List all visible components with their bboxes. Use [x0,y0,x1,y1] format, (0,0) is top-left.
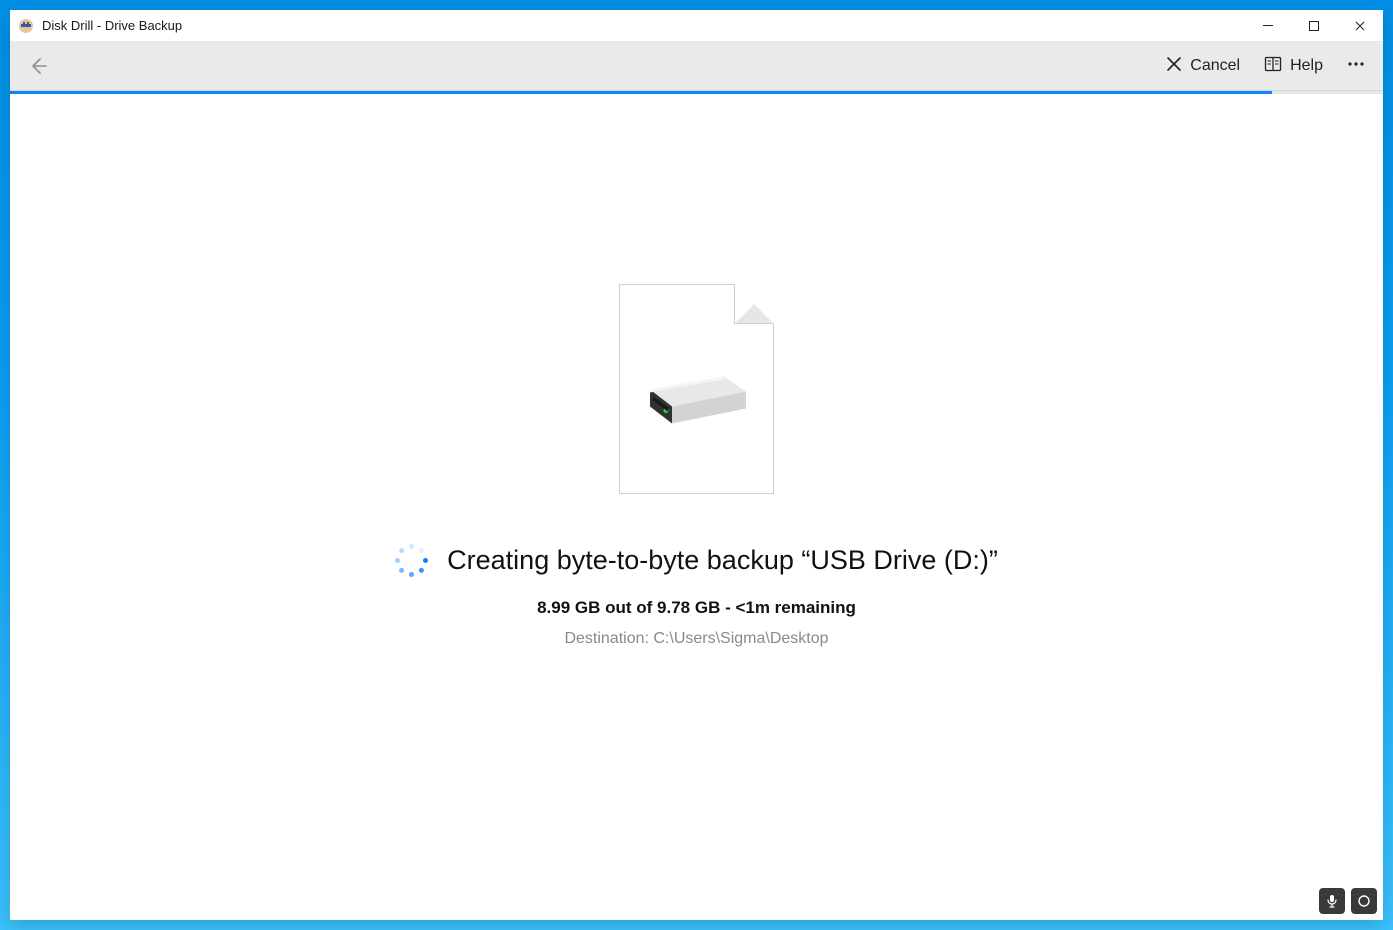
more-icon [1347,60,1365,77]
cancel-label: Cancel [1190,57,1240,75]
microphone-icon [1325,894,1339,908]
circle-icon [1357,894,1371,908]
titlebar: Disk Drill - Drive Backup [10,10,1383,42]
status-row: Creating byte-to-byte backup “USB Drive … [395,544,998,576]
book-icon [1264,55,1282,78]
close-button[interactable] [1337,10,1383,42]
window-title: Disk Drill - Drive Backup [42,18,182,33]
microphone-button[interactable] [1319,888,1345,914]
content: Creating byte-to-byte backup “USB Drive … [10,94,1383,920]
assistant-button[interactable] [1351,888,1377,914]
toolbar: Cancel Help [10,42,1383,91]
file-icon [619,284,774,494]
destination-line: Destination: C:\Users\Sigma\Desktop [564,630,828,648]
help-button[interactable]: Help [1254,49,1333,84]
app-window: Disk Drill - Drive Backup [10,10,1383,920]
app-icon [18,18,34,34]
drive-icon [642,362,752,437]
back-button[interactable] [18,46,58,86]
progress-stats: 8.99 GB out of 9.78 GB - <1m remaining [537,598,856,618]
spinner-icon [395,544,427,576]
window-controls [1245,10,1383,42]
overlay-tray [1319,888,1377,914]
cancel-button[interactable]: Cancel [1156,50,1250,83]
status-title: Creating byte-to-byte backup “USB Drive … [447,545,998,576]
maximize-button[interactable] [1291,10,1337,42]
help-label: Help [1290,57,1323,75]
more-button[interactable] [1337,49,1375,84]
minimize-button[interactable] [1245,10,1291,42]
close-icon [1166,56,1182,77]
